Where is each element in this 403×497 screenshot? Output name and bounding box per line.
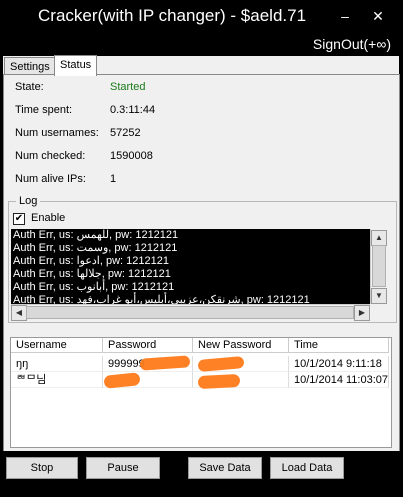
enable-log-label: Enable: [31, 212, 66, 224]
scroll-down-icon[interactable]: ▼: [371, 288, 387, 304]
pause-button[interactable]: Pause: [86, 457, 160, 479]
log-group-title: Log: [16, 195, 41, 207]
row-2-time[interactable]: 10/1/2014 11:03:07: [289, 372, 389, 388]
log-line: Auth Err, us: جلالها, pw: 1212121: [13, 268, 171, 280]
log-line: Auth Err, us: شرنقكن،عزيبي،أبليس،أبو غرا…: [13, 294, 310, 304]
num-alive-ips-label: Num alive IPs:: [15, 173, 86, 185]
log-list[interactable]: Auth Err, us: للهمس, pw: 1212121 Auth Er…: [11, 229, 370, 304]
row-1-time[interactable]: 10/1/2014 9:11:18: [289, 356, 389, 372]
state-label: State:: [15, 81, 44, 93]
column-header-username[interactable]: Username: [11, 338, 103, 353]
log-line: Auth Err, us: ادعوا, pw: 1212121: [13, 255, 169, 267]
column-header-password[interactable]: Password: [103, 338, 193, 353]
log-line: Auth Err, us: وسمت, pw: 1212121: [13, 242, 178, 254]
tab-status[interactable]: Status: [54, 55, 98, 76]
column-header-new-password[interactable]: New Password: [193, 338, 289, 353]
row-2-username[interactable]: ᄅᄇᄆ님: [11, 372, 103, 388]
log-horizontal-thumb[interactable]: [26, 306, 354, 319]
num-usernames-value: 57252: [110, 127, 141, 139]
num-checked-label: Num checked:: [15, 150, 86, 162]
num-alive-ips-value: 1: [110, 173, 117, 185]
load-data-button[interactable]: Load Data: [270, 457, 344, 479]
log-vertical-thumb[interactable]: [372, 245, 386, 287]
window-title: Cracker(with IP changer) - $aeld.71: [38, 6, 307, 25]
log-line: Auth Err, us: أبانوب, pw: 1212121: [13, 281, 175, 293]
results-grid[interactable]: [10, 337, 392, 448]
log-line: Auth Err, us: للهمس, pw: 1212121: [13, 229, 179, 241]
scrollbar-corner: [370, 304, 386, 320]
state-value: Started: [110, 81, 146, 93]
close-icon[interactable]: ✕: [371, 9, 385, 23]
scroll-left-icon[interactable]: ◀: [11, 305, 27, 321]
time-spent-value: 0.3:11:44: [110, 104, 156, 116]
num-usernames-label: Num usernames:: [15, 127, 99, 139]
save-data-button[interactable]: Save Data: [188, 457, 262, 479]
enable-log-checkbox[interactable]: ✔: [13, 213, 25, 225]
scroll-right-icon[interactable]: ▶: [354, 305, 370, 321]
column-header-time[interactable]: Time: [289, 338, 389, 353]
redaction-mark: [197, 373, 241, 390]
signout-menu[interactable]: SignOut(+∞): [313, 36, 391, 52]
row-1-username[interactable]: ŋŋ: [11, 356, 103, 372]
stop-button[interactable]: Stop: [6, 457, 78, 479]
scroll-up-icon[interactable]: ▲: [371, 230, 387, 246]
minimize-icon[interactable]: –: [338, 9, 352, 23]
num-checked-value: 1590008: [110, 150, 153, 162]
time-spent-label: Time spent:: [15, 104, 73, 116]
